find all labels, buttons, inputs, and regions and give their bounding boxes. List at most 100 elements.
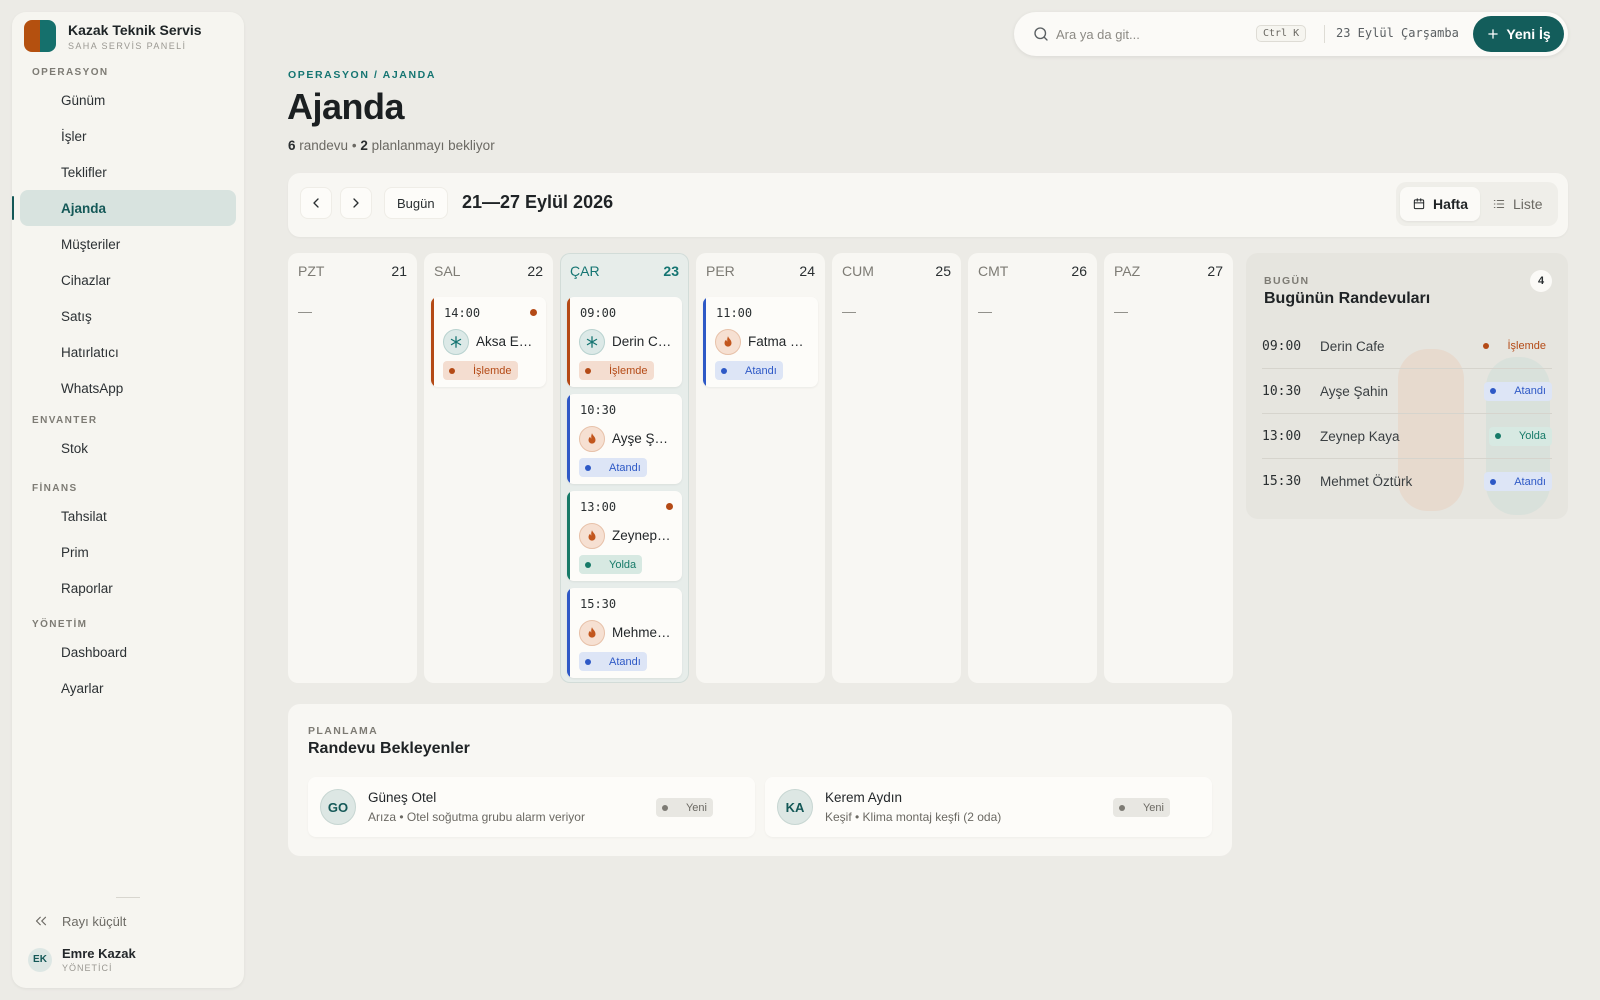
sidebar-item-label: Ajanda — [61, 200, 107, 216]
day-column[interactable]: PAZ 27 — — [1104, 253, 1233, 683]
users-icon — [32, 236, 49, 253]
sidebar-item-whatsapp[interactable]: WhatsApp — [20, 370, 236, 406]
topbar: Ctrl K 23 Eylül Çarşamba Yeni İş — [1014, 12, 1568, 56]
calendar-icon — [32, 200, 49, 217]
snowflake-icon — [443, 329, 469, 355]
status-badge: Atandı — [1484, 472, 1552, 491]
date-range: 21—27 Eylül 2026 — [462, 192, 614, 212]
status-dot — [585, 561, 591, 568]
sidebar-item-ajanda[interactable]: Ajanda — [12, 190, 236, 226]
customer-name: Mehmet Öztürk — [612, 625, 674, 640]
list-icon — [1493, 200, 1505, 208]
appointment-time: 10:30 — [580, 403, 617, 417]
today-button[interactable]: Bugün — [384, 187, 448, 219]
sidebar: Kazak Teknik Servis SAHA SERVİS PANELİ O… — [12, 12, 244, 988]
panel-title: Bugünün Randevuları — [1264, 290, 1431, 307]
sidebar-item-hatirlatici[interactable]: Hatırlatıcı — [20, 334, 236, 370]
user-name: Emre Kazak — [62, 946, 136, 961]
today-appointment-row[interactable]: 09:00 Derin Cafe İşlemde — [1262, 324, 1552, 369]
sidebar-item-musteriler[interactable]: Müşteriler — [20, 226, 236, 262]
sidebar-item-prim[interactable]: Prim — [20, 534, 236, 570]
week-view-label: Hafta — [1433, 196, 1469, 212]
navigation-icon — [595, 560, 605, 570]
status-dot — [1490, 388, 1497, 394]
day-header: CUM 25 — [842, 263, 951, 279]
customer-name: Zeynep Kaya — [612, 528, 674, 543]
status-label: Atandı — [745, 364, 777, 377]
previous-week-button[interactable] — [300, 187, 332, 219]
day-column[interactable]: PER 24 11:00 Fatma Demir Atandı — [696, 253, 825, 683]
sidebar-item-teklifler[interactable]: Teklifler — [20, 154, 236, 190]
schedule-button[interactable] — [1180, 797, 1200, 817]
avatar: KA — [777, 789, 813, 825]
sidebar-item-label: Tahsilat — [61, 508, 107, 524]
status-badge: Atandı — [1484, 381, 1552, 401]
status-label: Yolda — [1518, 430, 1546, 442]
status-badge: Atandı — [715, 361, 783, 380]
empty-day-mark: — — [842, 303, 856, 319]
list-view-button[interactable]: Liste — [1480, 187, 1555, 221]
day-name: CMT — [978, 263, 1009, 279]
week-view-button[interactable]: Hafta — [1400, 187, 1481, 221]
wrench-icon — [32, 128, 49, 145]
nav-group-title: FİNANS — [32, 483, 78, 494]
day-column[interactable]: CUM 25 — — [832, 253, 961, 683]
whatsapp-icon — [32, 380, 49, 397]
sidebar-item-dashboard[interactable]: Dashboard — [20, 634, 236, 670]
brand-name: Kazak Teknik Servis — [68, 21, 202, 38]
view-toggle: Hafta Liste — [1396, 182, 1558, 226]
appointment-card[interactable]: 13:00 Zeynep Kaya Yolda — [567, 491, 682, 581]
appointment-card[interactable]: 11:00 Fatma Demir Atandı — [703, 297, 818, 387]
sidebar-divider — [116, 897, 140, 898]
day-column[interactable]: PZT 21 — — [288, 253, 417, 683]
brand[interactable]: Kazak Teknik Servis SAHA SERVİS PANELİ — [24, 20, 202, 52]
status-label: Atandı — [609, 655, 641, 668]
search-input[interactable] — [1056, 22, 1246, 46]
bell-icon — [32, 344, 49, 361]
appointment-card[interactable]: 14:00 Aksa Eczanesi İşlemde — [431, 297, 546, 387]
wrench-icon — [1493, 341, 1503, 351]
next-week-button[interactable] — [340, 187, 372, 219]
sidebar-item-gunum[interactable]: Günüm — [20, 82, 236, 118]
sidebar-item-tahsilat[interactable]: Tahsilat — [20, 498, 236, 534]
sidebar-item-isler[interactable]: İşler — [20, 118, 236, 154]
panel-eyebrow: BUGÜN — [1264, 275, 1310, 287]
status-bar — [703, 297, 706, 387]
appointment-card[interactable]: 15:30 Mehmet Öztürk Atandı — [567, 588, 682, 678]
day-column[interactable]: SAL 22 14:00 Aksa Eczanesi İşlemde — [424, 253, 553, 683]
new-job-button[interactable]: Yeni İş — [1473, 16, 1564, 52]
day-name: PER — [706, 263, 735, 279]
pending-request-card[interactable]: GO Güneş Otel Arıza • Otel soğutma grubu a… — [308, 777, 755, 837]
status-dot — [721, 367, 727, 374]
collapse-sidebar-button[interactable]: Rayı küçült — [32, 912, 126, 930]
status-dot — [661, 804, 668, 811]
sidebar-item-label: Hatırlatıcı — [61, 344, 119, 360]
sidebar-item-satis[interactable]: Satış — [20, 298, 236, 334]
schedule-button[interactable] — [723, 797, 743, 817]
today-appointment-row[interactable]: 10:30 Ayşe Şahin Atandı — [1262, 369, 1552, 414]
pending-request-card[interactable]: KA Kerem Aydın Keşif • Klima montaj keşfi … — [765, 777, 1212, 837]
snowflake-icon — [579, 329, 605, 355]
sparkles-icon — [672, 803, 682, 813]
status-label: Atandı — [1514, 385, 1546, 397]
appointment-card[interactable]: 09:00 Derin Cafe İşlemde — [567, 297, 682, 387]
day-column[interactable]: ÇAR 23 09:00 Derin Cafe İşlemde 10:30 Ayşe Şah… — [560, 253, 689, 683]
status-dot — [585, 658, 591, 665]
document-icon — [32, 164, 49, 181]
today-appointment-row[interactable]: 13:00 Zeynep Kaya Yolda — [1262, 414, 1552, 459]
appointment-card[interactable]: 10:30 Ayşe Şahin Atandı — [567, 394, 682, 484]
sidebar-item-label: Ayarlar — [61, 680, 104, 696]
sidebar-item-raporlar[interactable]: Raporlar — [20, 570, 236, 606]
summary-separator: • — [351, 138, 357, 153]
user-profile[interactable]: EK Emre Kazak YÖNETİCİ — [28, 946, 136, 973]
today-appointment-row[interactable]: 15:30 Mehmet Öztürk Atandı — [1262, 459, 1552, 504]
sidebar-item-ayarlar[interactable]: Ayarlar — [20, 670, 236, 706]
sidebar-item-cihazlar[interactable]: Cihazlar — [20, 262, 236, 298]
day-column[interactable]: CMT 26 — — [968, 253, 1097, 683]
calendar-icon — [1413, 198, 1425, 210]
status-bar — [567, 394, 570, 484]
sidebar-item-stok[interactable]: Stok — [20, 430, 236, 466]
sidebar-item-label: Satış — [61, 308, 92, 324]
priority-dot — [530, 309, 537, 316]
appointment-time: 10:30 — [1262, 383, 1302, 399]
